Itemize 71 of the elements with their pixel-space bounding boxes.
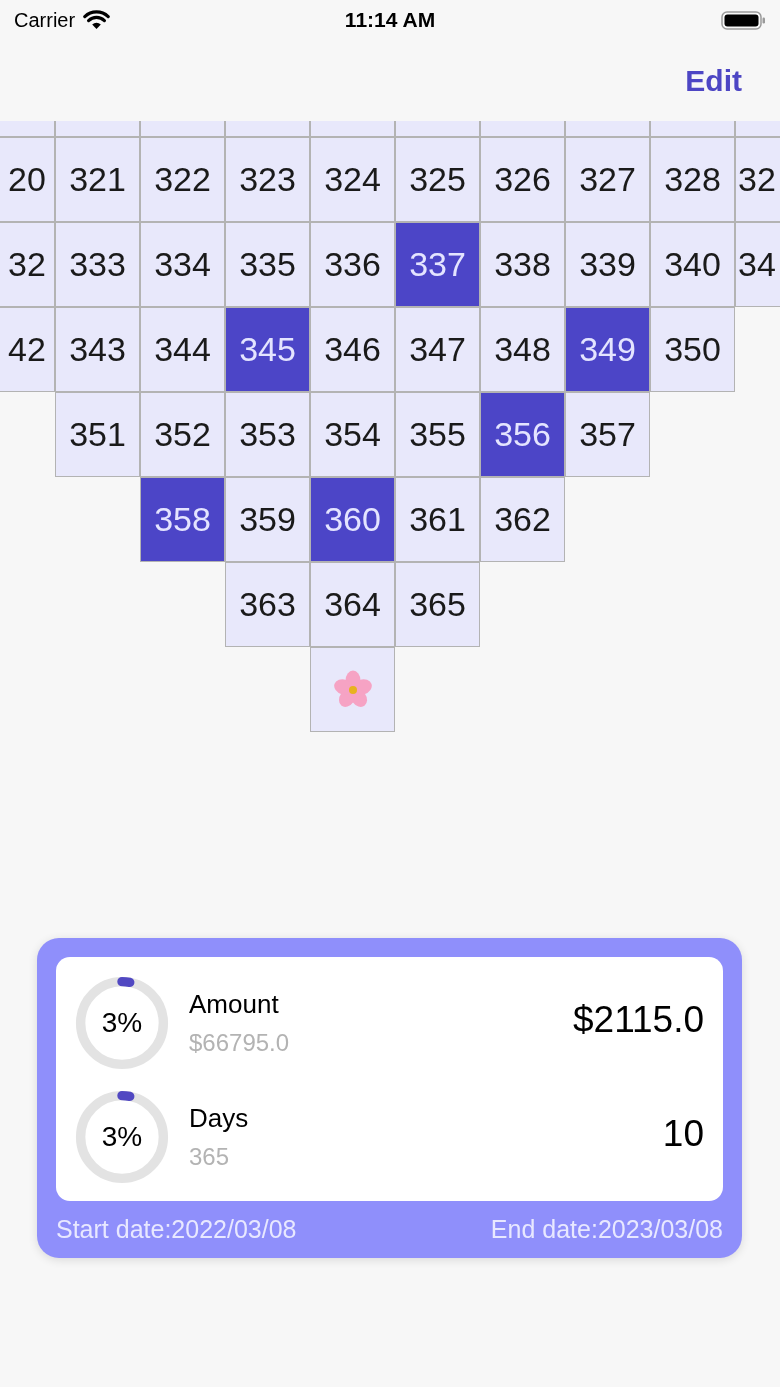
- day-cell[interactable]: 348: [480, 307, 565, 392]
- day-cell[interactable]: 353: [225, 392, 310, 477]
- day-cell[interactable]: 32: [0, 222, 55, 307]
- day-cell[interactable]: 34: [735, 222, 780, 307]
- battery-icon: [721, 10, 766, 30]
- day-cell[interactable]: 351: [55, 392, 140, 477]
- stat-value: $2115.0: [573, 998, 704, 1043]
- day-cell[interactable]: 20: [0, 137, 55, 222]
- flower-cell[interactable]: [310, 647, 395, 732]
- day-cell[interactable]: 325: [395, 137, 480, 222]
- day-cell[interactable]: [140, 121, 225, 137]
- day-cell[interactable]: 337: [395, 222, 480, 307]
- day-cell[interactable]: [0, 121, 55, 137]
- day-cell[interactable]: 344: [140, 307, 225, 392]
- day-cell[interactable]: 326: [480, 137, 565, 222]
- day-cell[interactable]: [735, 121, 780, 137]
- percent-label: 3%: [100, 1120, 144, 1154]
- edit-button[interactable]: Edit: [685, 58, 742, 103]
- day-cell[interactable]: [225, 121, 310, 137]
- day-cell[interactable]: 323: [225, 137, 310, 222]
- day-cell[interactable]: 32: [735, 137, 780, 222]
- day-cell[interactable]: 333: [55, 222, 140, 307]
- day-cell[interactable]: 340: [650, 222, 735, 307]
- day-cell[interactable]: 324: [310, 137, 395, 222]
- stat-title: Days: [189, 1102, 249, 1134]
- day-cell[interactable]: 346: [310, 307, 395, 392]
- day-cell[interactable]: 343: [55, 307, 140, 392]
- day-cell[interactable]: 350: [650, 307, 735, 392]
- day-cell[interactable]: [565, 121, 650, 137]
- end-date-label: End date:2023/03/08: [490, 1213, 723, 1245]
- day-cell[interactable]: 362: [480, 477, 565, 562]
- stat-subtitle: 365: [189, 1142, 231, 1172]
- day-cell[interactable]: 322: [140, 137, 225, 222]
- day-cell[interactable]: 328: [650, 137, 735, 222]
- day-cell[interactable]: 361: [395, 477, 480, 562]
- day-cell[interactable]: 336: [310, 222, 395, 307]
- day-cell[interactable]: 363: [225, 562, 310, 647]
- day-cell[interactable]: 42: [0, 307, 55, 392]
- day-cell[interactable]: 359: [225, 477, 310, 562]
- day-cell[interactable]: [650, 121, 735, 137]
- day-cell[interactable]: [395, 121, 480, 137]
- percent-label: 3%: [100, 1006, 144, 1040]
- carrier-label: Carrier: [14, 8, 76, 33]
- day-cell[interactable]: [310, 121, 395, 137]
- day-cell[interactable]: 334: [140, 222, 225, 307]
- flower-icon: [332, 669, 373, 710]
- day-cell[interactable]: 327: [565, 137, 650, 222]
- day-cell[interactable]: 360: [310, 477, 395, 562]
- day-cell[interactable]: 357: [565, 392, 650, 477]
- day-cell[interactable]: 338: [480, 222, 565, 307]
- day-cell[interactable]: [480, 121, 565, 137]
- day-cell[interactable]: 352: [140, 392, 225, 477]
- day-cell[interactable]: [55, 121, 140, 137]
- wifi-icon: [83, 10, 111, 30]
- day-cell[interactable]: 354: [310, 392, 395, 477]
- stat-title: Amount: [189, 988, 280, 1020]
- day-cell[interactable]: 358: [140, 477, 225, 562]
- day-cell[interactable]: 355: [395, 392, 480, 477]
- day-cell[interactable]: 364: [310, 562, 395, 647]
- day-cell[interactable]: 349: [565, 307, 650, 392]
- stat-subtitle: $66795.0: [189, 1028, 290, 1058]
- day-cell[interactable]: 339: [565, 222, 650, 307]
- stat-value: 10: [662, 1112, 704, 1157]
- start-date-label: Start date:2022/03/08: [56, 1213, 297, 1245]
- time-label: 11:14 AM: [344, 7, 436, 34]
- day-cell[interactable]: 347: [395, 307, 480, 392]
- day-cell[interactable]: 365: [395, 562, 480, 647]
- day-cell[interactable]: 356: [480, 392, 565, 477]
- day-cell[interactable]: 335: [225, 222, 310, 307]
- day-cell[interactable]: 321: [55, 137, 140, 222]
- day-cell[interactable]: 345: [225, 307, 310, 392]
